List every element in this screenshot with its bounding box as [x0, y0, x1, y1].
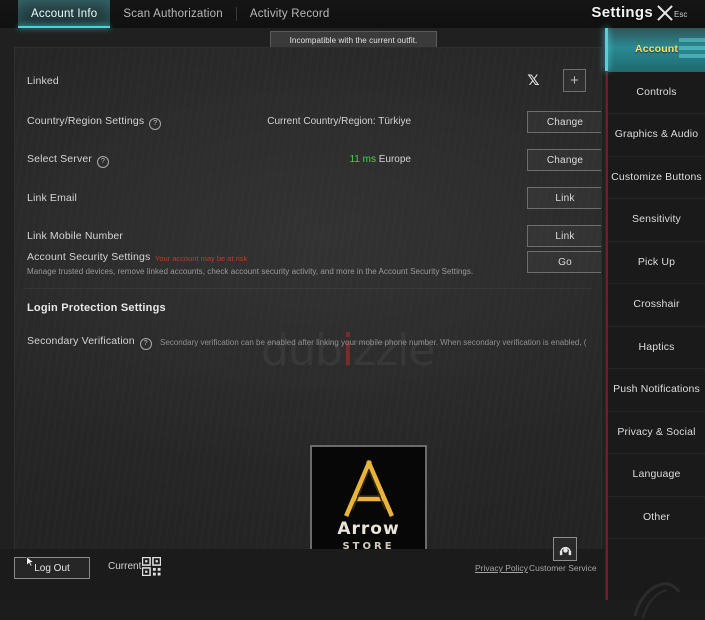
row-label: Account Security Settings — [27, 251, 151, 263]
ping-value: 11 ms — [349, 154, 376, 165]
section-login-protection: Login Protection Settings — [15, 302, 601, 326]
account-info-panel: dubizzle Linked 𝕩 + Country/Region Setti… — [14, 47, 602, 551]
tab-scan-authorization[interactable]: Scan Authorization — [110, 0, 236, 28]
privacy-policy-link[interactable]: Privacy Policy — [475, 563, 528, 573]
sidebar-item-customize-buttons[interactable]: Customize Buttons — [608, 156, 705, 199]
button-label: Go — [558, 256, 572, 268]
sidebar-item-label: Graphics & Audio — [614, 128, 699, 141]
x-twitter-icon[interactable]: 𝕩 — [527, 70, 540, 89]
secondary-verification-description: Secondary verification can be enabled af… — [160, 338, 587, 347]
tab-activity-record[interactable]: Activity Record — [237, 0, 343, 28]
button-label: Link — [555, 192, 575, 204]
change-server-button[interactable]: Change — [527, 149, 601, 171]
sidebar-item-account[interactable]: Account — [605, 28, 705, 72]
tab-bar: Account Info Scan Authorization Activity… — [18, 0, 343, 28]
close-x-icon — [655, 3, 675, 23]
sidebar-item-crosshair[interactable]: Crosshair — [608, 283, 705, 327]
sidebar-item-sensitivity[interactable]: Sensitivity — [608, 198, 705, 242]
change-country-button[interactable]: Change — [527, 111, 601, 133]
sidebar-item-language[interactable]: Language — [608, 453, 705, 497]
server-value: 11 ms Europe — [349, 154, 411, 165]
link-mobile-button[interactable]: Link — [527, 225, 601, 247]
top-bar: Account Info Scan Authorization Activity… — [0, 0, 705, 28]
qr-code-icon[interactable] — [142, 557, 161, 576]
sidebar-decoration — [633, 582, 681, 619]
sidebar-item-label: Controls — [636, 85, 677, 98]
esc-label: Esc — [674, 10, 688, 19]
help-icon[interactable]: ? — [149, 118, 162, 130]
current-device-label: Current — [108, 561, 142, 572]
settings-screen: Account Info Scan Authorization Activity… — [0, 0, 705, 619]
add-link-button[interactable]: + — [563, 69, 586, 92]
sidebar-item-other[interactable]: Other — [608, 496, 705, 539]
sidebar-item-label: Account — [634, 43, 679, 56]
sidebar-item-label: Push Notifications — [613, 383, 700, 396]
row-label: Country/Region Settings? — [27, 115, 162, 130]
settings-sidebar: Account Controls Graphics & Audio Custom… — [605, 28, 705, 619]
row-label-text: Secondary Verification — [27, 335, 135, 347]
row-label: Link Mobile Number — [27, 230, 124, 242]
row-link-email: Link Email Link — [15, 181, 601, 219]
button-label: Change — [546, 116, 584, 128]
sidebar-item-push-notifications[interactable]: Push Notifications — [608, 368, 705, 412]
tab-label: Activity Record — [249, 8, 330, 20]
sidebar-item-controls[interactable]: Controls — [608, 71, 705, 114]
sidebar-edge — [605, 28, 606, 600]
row-label-text: Country/Region Settings — [27, 115, 145, 127]
sidebar-item-label: Other — [642, 510, 670, 523]
row-label: Secondary Verification? — [27, 335, 152, 350]
sidebar-item-privacy-social[interactable]: Privacy & Social — [608, 411, 705, 454]
sidebar-item-graphics-audio[interactable]: Graphics & Audio — [608, 113, 705, 157]
tab-account-info[interactable]: Account Info — [18, 0, 111, 28]
tab-label: Scan Authorization — [123, 8, 223, 20]
row-label: Select Server? — [27, 153, 109, 168]
go-security-button[interactable]: Go — [527, 251, 601, 273]
sidebar-item-label: Language — [632, 468, 681, 481]
sidebar-item-label: Sensitivity — [632, 213, 681, 226]
sidebar-item-pick-up[interactable]: Pick Up — [608, 241, 705, 284]
server-region: Europe — [378, 154, 411, 165]
a-letter-icon — [343, 459, 394, 517]
link-email-button[interactable]: Link — [527, 187, 601, 209]
tooltip-text: Incompatible with the current outfit. — [289, 35, 418, 45]
row-select-server: Select Server? 11 ms Europe Change — [15, 143, 601, 181]
row-label: Linked — [27, 75, 59, 87]
sidebar-item-label: Pick Up — [637, 255, 676, 268]
row-linked: Linked 𝕩 + — [15, 66, 601, 106]
sidebar-item-label: Privacy & Social — [617, 425, 696, 438]
section-divider — [25, 288, 591, 289]
help-icon[interactable]: ? — [96, 156, 109, 168]
button-label: Link — [555, 230, 575, 242]
sidebar-item-haptics[interactable]: Haptics — [608, 326, 705, 369]
help-icon[interactable]: ? — [139, 338, 152, 350]
close-button[interactable]: Esc — [655, 3, 697, 25]
button-label: Log Out — [34, 562, 70, 574]
customer-service-label[interactable]: Customer Service — [529, 563, 597, 573]
row-secondary-verification: Secondary Verification? Secondary verifi… — [15, 334, 601, 358]
row-country-region: Country/Region Settings? Current Country… — [15, 105, 601, 143]
logo-brand: Arrow — [337, 518, 400, 539]
sidebar-item-label: Crosshair — [633, 298, 680, 311]
mouse-cursor-icon — [26, 556, 35, 567]
support-agent-icon[interactable] — [553, 537, 577, 561]
security-warning: Your account may be at risk — [155, 254, 248, 263]
section-title: Login Protection Settings — [27, 302, 166, 314]
row-label: Link Email — [27, 192, 77, 204]
row-label-text: Select Server — [27, 153, 92, 165]
arrow-store-logo: Arrow STORE — [310, 445, 427, 550]
sidebar-item-label: Customize Buttons — [611, 170, 702, 183]
security-description: Manage trusted devices, remove linked ac… — [27, 267, 474, 276]
page-title: Settings — [591, 4, 653, 21]
button-label: Change — [546, 154, 584, 166]
bottom-bar: Log Out Current Privacy Policy Customer … — [0, 537, 705, 600]
current-country-value: Current Country/Region: Türkiye — [267, 116, 411, 127]
sidebar-item-label: Haptics — [638, 340, 675, 353]
tab-label: Account Info — [31, 8, 98, 20]
